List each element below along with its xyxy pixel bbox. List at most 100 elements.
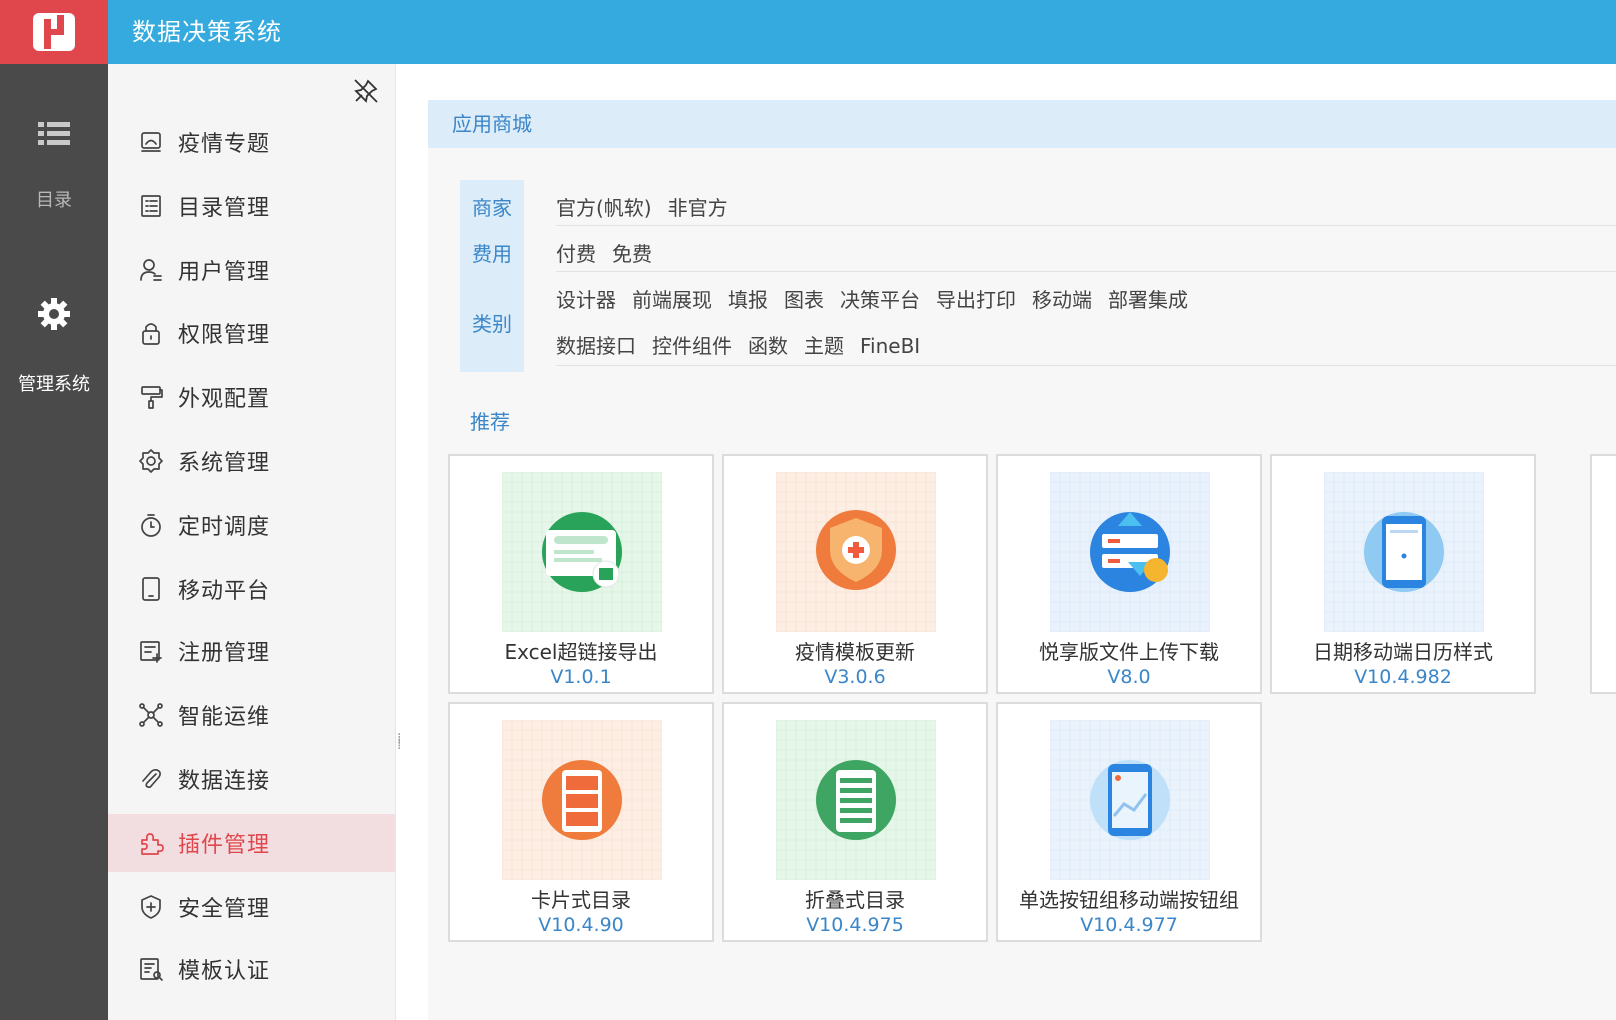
rail-admin-system[interactable]: 管理系统	[0, 296, 108, 396]
app-logo[interactable]	[0, 0, 108, 64]
rail-catalog-label: 目录	[36, 190, 72, 211]
top-bar: 数据决策系统	[0, 0, 1616, 64]
sidebar-item-10[interactable]: 数据连接	[108, 750, 395, 808]
plugin-card[interactable]: 卡片式目录 V10.4.90	[448, 702, 714, 942]
sidebar-item-label: 系统管理	[178, 451, 271, 476]
category-option[interactable]: 前端展现	[632, 284, 712, 313]
filter-row-category: 设计器 前端展现 填报 图表 决策平台 导出打印 移动端 部署集成 数据接口 控件组件 函数 主题 F…	[556, 272, 1616, 366]
sidebar: 疫情专题目录管理用户管理权限管理外观配置系统管理定时调度移动平台注册管理智能运维…	[108, 64, 396, 1020]
plugin-card[interactable]: 单选按钮组移动端按钮组 V10.4.977	[996, 702, 1262, 942]
mobile-calendar-icon	[1324, 472, 1484, 632]
vendor-option[interactable]: 官方(帆软)	[556, 192, 652, 221]
medical-shield-icon	[776, 472, 936, 632]
sidebar-item-label: 目录管理	[178, 196, 271, 221]
category-option[interactable]: 主题	[804, 330, 844, 359]
sidebar-item-label: 插件管理	[178, 833, 271, 858]
monitor-icon	[138, 129, 164, 155]
rail-catalog[interactable]: 目录	[0, 120, 108, 212]
filter-label-category: 类别	[472, 312, 512, 336]
plugin-name: 折叠式目录	[805, 888, 905, 912]
app-title: 数据决策系统	[132, 18, 282, 46]
sidebar-resize-handle[interactable]: ⁞ ⁞	[397, 732, 407, 760]
shield-plus-icon	[138, 894, 164, 920]
category-option[interactable]: 设计器	[556, 284, 616, 313]
plugin-card-partial[interactable]	[1590, 454, 1616, 694]
plugin-card[interactable]: 疫情模板更新 V3.0.6	[722, 454, 988, 694]
sidebar-item-6[interactable]: 定时调度	[108, 496, 395, 554]
sidebar-item-7[interactable]: 移动平台	[108, 560, 395, 618]
unpin-icon[interactable]	[353, 78, 379, 104]
plugin-card[interactable]: 折叠式目录 V10.4.975	[722, 702, 988, 942]
category-option[interactable]: 数据接口	[556, 330, 636, 359]
sidebar-item-label: 定时调度	[178, 515, 271, 540]
plugin-name: 卡片式目录	[531, 888, 631, 912]
gear-icon	[38, 298, 70, 330]
sidebar-item-label: 模板认证	[178, 959, 271, 984]
filter-panel: 商家 费用 类别 官方(帆软) 非官方 付费 免费 设计器 前端展现 填报 图表 决策平台导…	[460, 180, 1616, 372]
plugin-version: V10.4.975	[806, 914, 904, 936]
plugin-version: V10.4.982	[1354, 666, 1452, 688]
mobile-button-group-icon	[1050, 720, 1210, 880]
sidebar-item-8[interactable]: 注册管理	[108, 622, 395, 680]
fee-option[interactable]: 付费	[556, 238, 596, 267]
plugin-card[interactable]: 日期移动端日历样式 V10.4.982	[1270, 454, 1536, 694]
sidebar-item-label: 注册管理	[178, 641, 271, 666]
sidebar-item-5[interactable]: 系统管理	[108, 432, 395, 490]
plugin-name: 单选按钮组移动端按钮组	[1019, 888, 1239, 912]
filter-label-fee: 费用	[472, 242, 512, 266]
upload-download-icon	[1050, 472, 1210, 632]
sidebar-item-label: 权限管理	[178, 323, 271, 348]
category-option[interactable]: 图表	[784, 284, 824, 313]
category-option[interactable]: 填报	[728, 284, 768, 313]
paint-roller-icon	[138, 384, 164, 410]
network-icon	[138, 702, 164, 728]
sidebar-item-label: 智能运维	[178, 705, 271, 730]
plugin-version: V10.4.90	[538, 914, 624, 936]
category-option[interactable]: FineBI	[860, 334, 920, 358]
fanruan-logo-icon	[33, 13, 75, 51]
plugin-card[interactable]: 悦享版文件上传下载 V8.0	[996, 454, 1262, 694]
sidebar-item-label: 用户管理	[178, 260, 271, 285]
sidebar-item-12[interactable]: 安全管理	[108, 878, 395, 936]
filter-row-vendor: 官方(帆软) 非官方	[556, 180, 1616, 226]
category-option[interactable]: 控件组件	[652, 330, 732, 359]
category-option[interactable]: 函数	[748, 330, 788, 359]
list-icon	[138, 193, 164, 219]
recommend-label[interactable]: 推荐	[470, 406, 510, 435]
lock-icon	[138, 320, 164, 346]
sidebar-item-0[interactable]: 疫情专题	[108, 113, 395, 171]
plugin-name: 日期移动端日历样式	[1313, 640, 1493, 664]
register-icon	[138, 638, 164, 664]
sidebar-item-label: 移动平台	[178, 579, 271, 604]
plugin-name: 悦享版文件上传下载	[1039, 640, 1219, 664]
plugin-name: Excel超链接导出	[504, 640, 658, 664]
vendor-option[interactable]: 非官方	[668, 192, 728, 221]
sidebar-item-1[interactable]: 目录管理	[108, 177, 395, 235]
plugin-name: 疫情模板更新	[795, 640, 915, 664]
fold-catalog-icon	[776, 720, 936, 880]
sidebar-item-2[interactable]: 用户管理	[108, 241, 395, 299]
category-option[interactable]: 导出打印	[936, 284, 1016, 313]
category-option[interactable]: 决策平台	[840, 284, 920, 313]
stopwatch-icon	[138, 512, 164, 538]
plugin-card[interactable]: Excel超链接导出 V1.0.1	[448, 454, 714, 694]
sidebar-item-11[interactable]: 插件管理	[108, 814, 395, 872]
fee-option[interactable]: 免费	[612, 238, 652, 267]
rail-admin-label: 管理系统	[18, 374, 90, 395]
category-option[interactable]: 移动端	[1032, 284, 1092, 313]
sidebar-item-9[interactable]: 智能运维	[108, 686, 395, 744]
filter-labels: 商家 费用 类别	[460, 180, 524, 372]
left-rail: 目录 管理系统	[0, 64, 108, 1020]
panel-header: 应用商城	[428, 100, 1616, 148]
sidebar-item-13[interactable]: 模板认证	[108, 940, 395, 998]
category-option[interactable]: 部署集成	[1108, 284, 1188, 313]
list-icon	[38, 122, 70, 145]
sidebar-item-4[interactable]: 外观配置	[108, 368, 395, 426]
gear-icon	[138, 448, 164, 474]
paperclip-icon	[138, 766, 164, 792]
sidebar-item-label: 外观配置	[178, 387, 271, 412]
puzzle-icon	[138, 830, 164, 856]
sidebar-item-3[interactable]: 权限管理	[108, 304, 395, 362]
user-icon	[138, 257, 164, 283]
sidebar-item-label: 疫情专题	[178, 132, 271, 157]
